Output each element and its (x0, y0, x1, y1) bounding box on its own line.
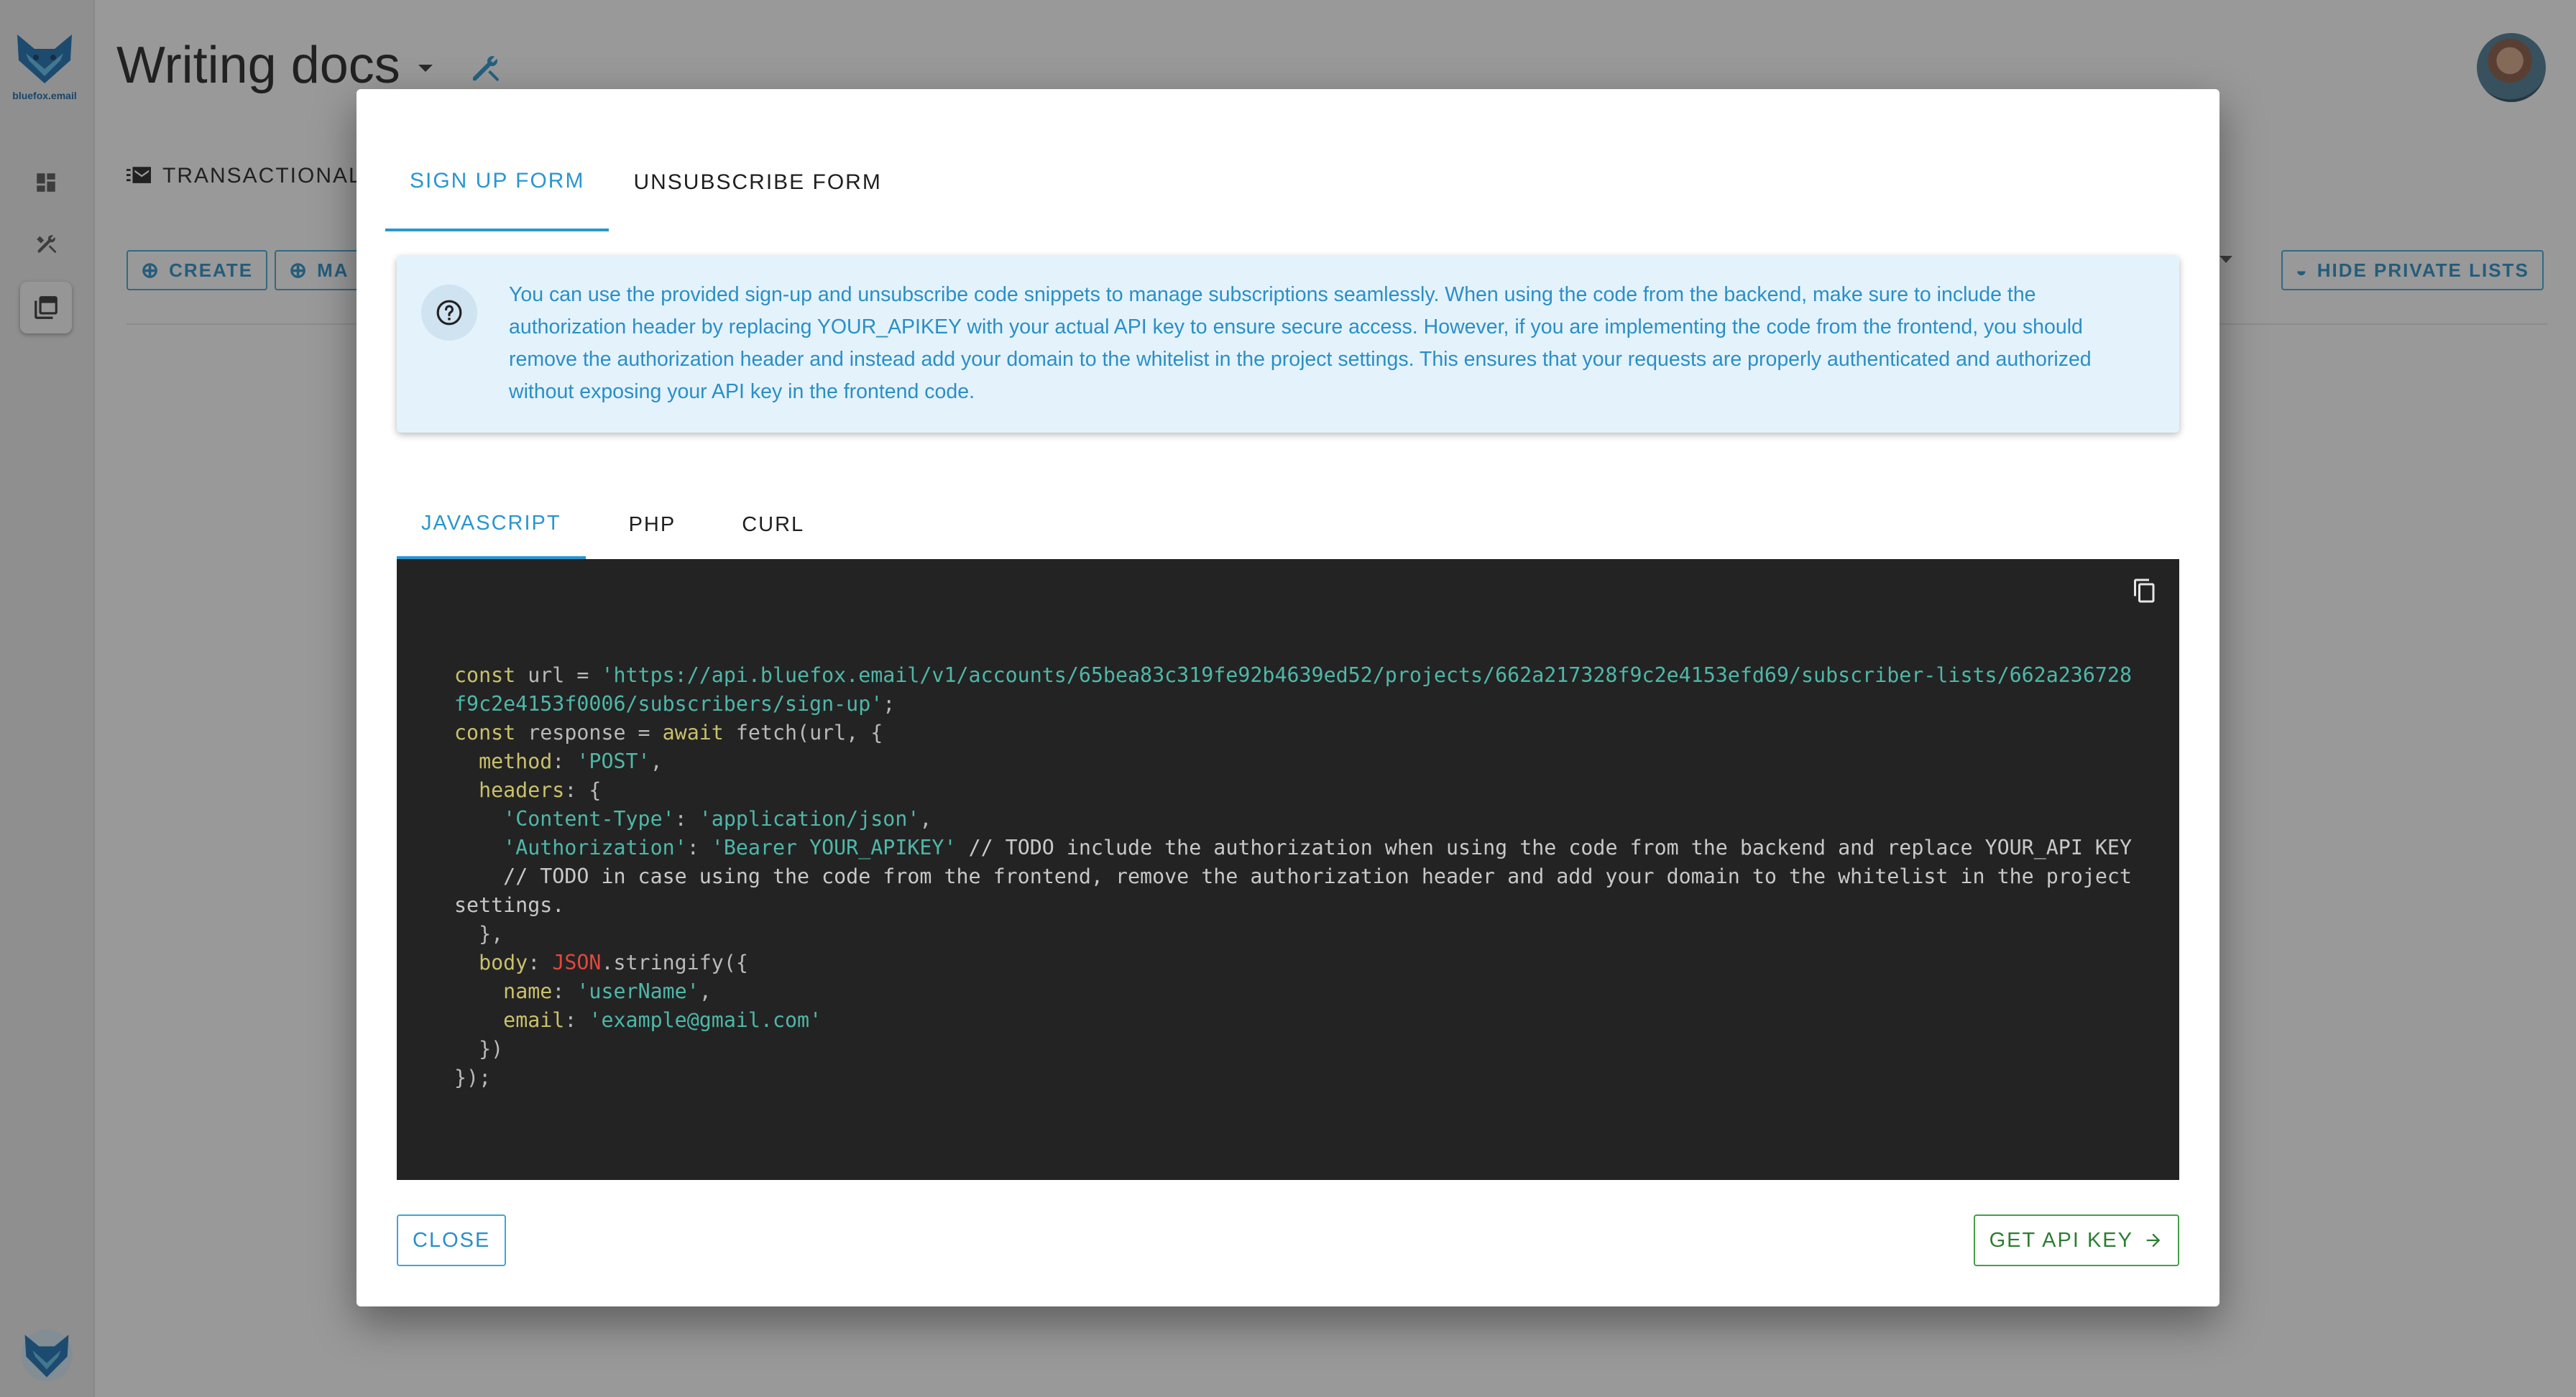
close-button[interactable]: CLOSE (397, 1214, 507, 1266)
tab-php[interactable]: PHP (586, 490, 698, 559)
code-comment-frontend: // TODO in case using the code from the … (454, 865, 2145, 917)
code-authorization-value: 'Bearer YOUR_APIKEY' (711, 836, 957, 859)
code-name-value: 'userName' (576, 979, 699, 1003)
code-authorization-key: 'Authorization' (503, 836, 687, 859)
get-api-key-label: GET API KEY (1989, 1228, 2133, 1252)
code-method: 'POST' (576, 750, 650, 773)
language-tabs: JAVASCRIPT PHP CURL (397, 490, 826, 559)
form-tabs: SIGN UP FORM UNSUBSCRIBE FORM (385, 134, 906, 231)
copy-icon[interactable] (2129, 575, 2161, 607)
code-comment-backend: // TODO include the authorization when u… (968, 836, 2132, 859)
arrow-right-icon (2146, 1233, 2161, 1248)
code-url: 'https://api.bluefox.email/v1/accounts/6… (454, 663, 2132, 716)
tab-javascript[interactable]: JAVASCRIPT (397, 490, 586, 559)
info-text: You can use the provided sign-up and uns… (509, 283, 2092, 403)
close-button-label: CLOSE (413, 1228, 491, 1252)
get-api-key-button[interactable]: GET API KEY (1973, 1214, 2179, 1266)
code-block: const url = 'https://api.bluefox.email/v… (397, 559, 2179, 1180)
tab-curl[interactable]: CURL (697, 490, 826, 559)
code-snippet[interactable]: const url = 'https://api.bluefox.email/v… (454, 661, 2136, 1092)
tab-unsubscribe-form[interactable]: UNSUBSCRIBE FORM (609, 134, 906, 231)
code-content-type-key: 'Content-Type' (503, 807, 675, 831)
subscription-code-dialog: SIGN UP FORM UNSUBSCRIBE FORM You can us… (356, 89, 2220, 1306)
code-email-value: 'example@gmail.com' (589, 1008, 822, 1032)
help-circle-icon (421, 285, 477, 341)
info-alert: You can use the provided sign-up and uns… (397, 256, 2179, 433)
code-content-type-value: 'application/json' (699, 807, 920, 831)
tab-sign-up-form[interactable]: SIGN UP FORM (385, 134, 610, 231)
